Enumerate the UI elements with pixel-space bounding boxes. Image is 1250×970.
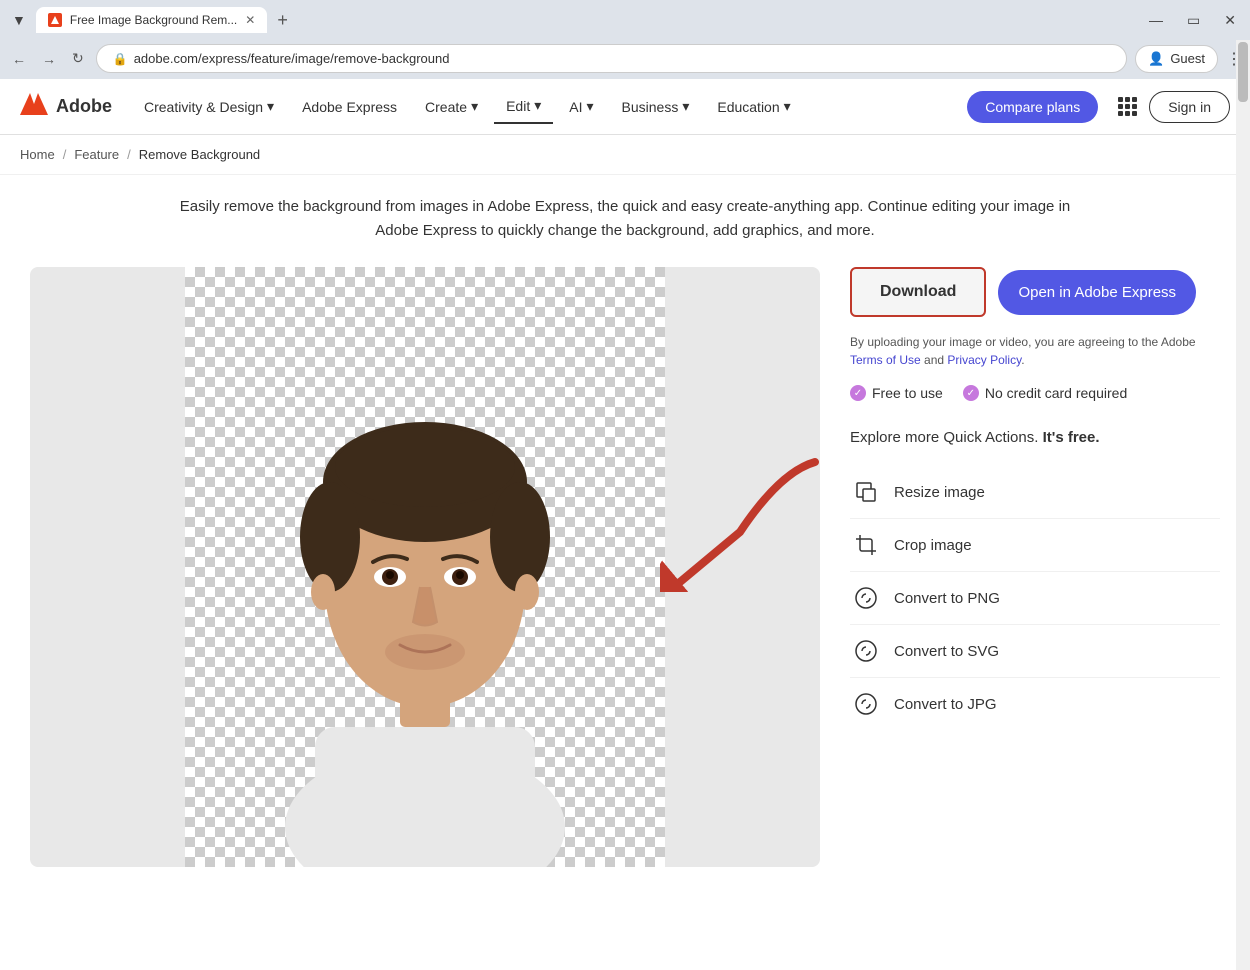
tab-dropdown-button[interactable]: ▼ (8, 8, 30, 32)
chevron-down-icon: ▾ (534, 97, 541, 114)
lock-icon: 🔒 (113, 52, 128, 66)
breadcrumb-feature[interactable]: Feature (74, 147, 119, 162)
terms-text: By uploading your image or video, you ar… (850, 333, 1220, 369)
quick-actions-text-bold: It's free. (1043, 429, 1100, 446)
resize-icon (850, 476, 882, 508)
close-button[interactable]: ✕ (1218, 10, 1242, 31)
terms-prefix: By uploading your image or video, you ar… (850, 335, 1196, 349)
terms-and: and (924, 353, 944, 367)
open-in-express-button[interactable]: Open in Adobe Express (998, 270, 1196, 315)
terms-of-use-link[interactable]: Terms of Use (850, 353, 921, 367)
resize-label: Resize image (894, 484, 985, 501)
image-panel (30, 267, 820, 867)
apps-grid-icon[interactable] (1118, 97, 1137, 116)
back-button[interactable]: ← (8, 47, 30, 71)
refresh-button[interactable]: ↻ (68, 46, 88, 71)
nav-item-education[interactable]: Education ▾ (705, 90, 802, 123)
adobe-logo[interactable]: Adobe (20, 93, 112, 121)
chevron-down-icon: ▾ (267, 98, 274, 115)
action-convert-png[interactable]: Convert to PNG (850, 572, 1220, 625)
check-circle-icon-2: ✓ (963, 385, 979, 401)
svg-icon (850, 635, 882, 667)
free-to-use-label: Free to use (872, 385, 943, 401)
adobe-logo-text: Adobe (56, 96, 112, 117)
content-area: Download Open in Adobe Express By upload… (20, 267, 1230, 867)
breadcrumb-sep2: / (127, 147, 131, 162)
tab-title: Free Image Background Rem... (70, 13, 237, 27)
action-resize[interactable]: Resize image (850, 466, 1220, 519)
breadcrumb-home[interactable]: Home (20, 147, 55, 162)
scrollbar[interactable] (1236, 40, 1250, 970)
png-label: Convert to PNG (894, 590, 1000, 607)
scrollbar-thumb[interactable] (1238, 42, 1248, 102)
crop-icon (850, 529, 882, 561)
action-convert-svg[interactable]: Convert to SVG (850, 625, 1220, 678)
feature-free: ✓ Free to use (850, 385, 943, 401)
nav-item-ai[interactable]: AI ▾ (557, 90, 605, 123)
nav-item-creativity[interactable]: Creativity & Design ▾ (132, 90, 286, 123)
nav-item-create[interactable]: Create ▾ (413, 90, 490, 123)
url-text: adobe.com/express/feature/image/remove-b… (134, 51, 450, 66)
chevron-down-icon: ▾ (586, 98, 593, 115)
action-convert-jpg[interactable]: Convert to JPG (850, 678, 1220, 730)
svg-label: Convert to SVG (894, 643, 999, 660)
person-svg (235, 267, 615, 867)
breadcrumb-current: Remove Background (139, 147, 260, 162)
guest-button[interactable]: 👤 Guest (1135, 45, 1218, 73)
right-panel: Download Open in Adobe Express By upload… (850, 267, 1220, 867)
nav-item-express[interactable]: Adobe Express (290, 91, 409, 123)
feature-no-card: ✓ No credit card required (963, 385, 1127, 401)
tab-favicon (48, 13, 62, 27)
quick-actions-title: Explore more Quick Actions. It's free. (850, 429, 1220, 446)
chevron-down-icon: ▾ (682, 98, 689, 115)
download-button[interactable]: Download (850, 267, 986, 317)
quick-actions-list: Resize image Crop image (850, 466, 1220, 730)
no-credit-card-label: No credit card required (985, 385, 1127, 401)
header-right: Compare plans Sign in (959, 91, 1230, 123)
jpg-icon (850, 688, 882, 720)
tab-close-button[interactable]: ✕ (245, 13, 255, 27)
terms-period: . (1021, 353, 1024, 367)
red-arrow-indicator (660, 452, 820, 592)
hero-description: Easily remove the background from images… (175, 195, 1075, 243)
jpg-label: Convert to JPG (894, 696, 997, 713)
main-nav: Creativity & Design ▾ Adobe Express Crea… (132, 89, 959, 124)
guest-label: Guest (1170, 51, 1205, 66)
quick-actions-text-start: Explore more Quick Actions. (850, 429, 1038, 446)
chevron-down-icon: ▾ (784, 98, 791, 115)
adobe-logo-icon (20, 93, 48, 121)
address-bar[interactable]: 🔒 adobe.com/express/feature/image/remove… (96, 44, 1127, 73)
adobe-header: Adobe Creativity & Design ▾ Adobe Expres… (0, 79, 1250, 135)
minimize-button[interactable]: ― (1143, 10, 1169, 30)
breadcrumb-sep1: / (63, 147, 67, 162)
active-tab[interactable]: Free Image Background Rem... ✕ (36, 7, 267, 33)
action-buttons: Download Open in Adobe Express (850, 267, 1220, 317)
maximize-button[interactable]: ▭ (1181, 10, 1206, 31)
nav-item-business[interactable]: Business ▾ (610, 90, 702, 123)
person-image (185, 267, 665, 867)
guest-icon: 👤 (1148, 51, 1164, 67)
png-icon (850, 582, 882, 614)
new-tab-button[interactable]: + (271, 8, 294, 33)
features-list: ✓ Free to use ✓ No credit card required (850, 385, 1220, 401)
forward-button[interactable]: → (38, 47, 60, 71)
sign-in-button[interactable]: Sign in (1149, 91, 1230, 123)
action-crop[interactable]: Crop image (850, 519, 1220, 572)
crop-label: Crop image (894, 537, 972, 554)
check-circle-icon: ✓ (850, 385, 866, 401)
main-content: Easily remove the background from images… (0, 175, 1250, 867)
compare-plans-button[interactable]: Compare plans (967, 91, 1098, 123)
privacy-policy-link[interactable]: Privacy Policy (947, 353, 1021, 367)
nav-item-edit[interactable]: Edit ▾ (494, 89, 553, 124)
chevron-down-icon: ▾ (471, 98, 478, 115)
breadcrumb: Home / Feature / Remove Background (0, 135, 1250, 175)
